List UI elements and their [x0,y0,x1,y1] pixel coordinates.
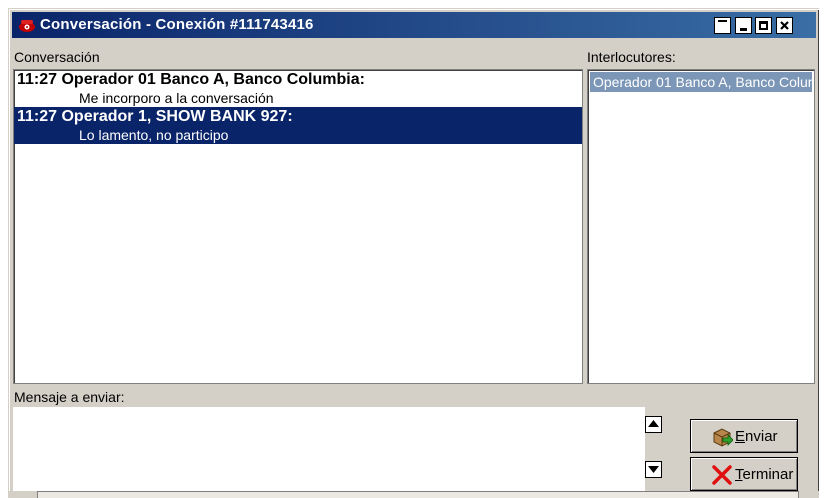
message-item-selected[interactable]: 11:27 Operador 1, SHOW BANK 927: Lo lame… [14,107,582,144]
conversation-window: Conversación - Conexión #111743416 Conve… [8,8,819,498]
compose-label: Mensaje a enviar: [14,389,125,405]
telephone-icon [19,20,35,32]
message-header: 11:27 Operador 1, SHOW BANK 927: [17,108,293,125]
scroll-down-button[interactable] [645,461,662,478]
conversation-label: Conversación [14,49,100,65]
send-label: Enviar [735,428,778,445]
window-title: Conversación - Conexión #111743416 [40,16,314,33]
participant-item[interactable]: Operador 01 Banco A, Banco Columbia [590,72,812,92]
message-item[interactable]: 11:27 Operador 01 Banco A, Banco Columbi… [14,70,582,107]
close-button[interactable] [776,17,793,34]
scroll-up-button[interactable] [645,416,662,433]
message-text: Me incorporo a la conversación [79,90,274,106]
close-icon [780,21,789,30]
maximize-button[interactable] [755,17,772,34]
participants-list[interactable]: Operador 01 Banco A, Banco Columbia [587,69,815,384]
message-text: Lo lamento, no participo [79,127,229,143]
triangle-down-icon [648,466,659,473]
minimize-button[interactable] [735,17,752,34]
package-send-icon [713,428,733,447]
end-label: Terminar [735,466,794,483]
triangle-up-icon [648,420,659,427]
minimize-all-button[interactable] [714,17,731,34]
message-header: 11:27 Operador 01 Banco A, Banco Columbi… [17,71,365,88]
title-bar[interactable]: Conversación - Conexión #111743416 [12,12,816,38]
participants-label: Interlocutores: [587,49,676,65]
horizontal-scrollbar[interactable] [9,491,819,498]
send-button[interactable]: Enviar [690,419,798,453]
message-input[interactable] [13,407,645,498]
scrollbar-track[interactable] [37,491,799,498]
red-x-icon [712,465,732,485]
end-button[interactable]: Terminar [690,457,798,491]
conversation-log[interactable]: 11:27 Operador 01 Banco A, Banco Columbi… [13,69,583,384]
